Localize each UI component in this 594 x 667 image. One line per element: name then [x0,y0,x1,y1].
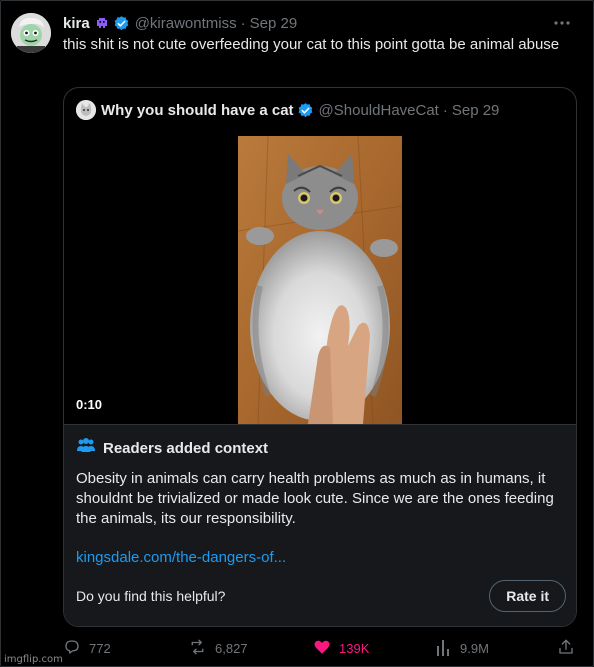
repost-button[interactable]: 6,827 [188,637,248,659]
rate-it-button[interactable]: Rate it [489,580,566,612]
header-separator: · [240,14,246,32]
verified-badge-icon [113,15,130,32]
quoted-header: Why you should have a cat @ShouldHaveCat… [76,100,499,120]
community-note-body: Obesity in animals can carry health prob… [76,470,554,527]
reply-button[interactable]: 772 [63,637,111,659]
author-name[interactable]: kira [63,15,90,32]
bar-chart-icon [436,638,460,659]
quoted-date[interactable]: Sep 29 [452,102,500,119]
quoted-author-handle[interactable]: @ShouldHaveCat [319,102,439,119]
repost-count: 6,827 [215,640,248,656]
tweet-date[interactable]: Sep 29 [250,15,298,32]
views-count: 9.9M [460,640,489,656]
community-note-title: Readers added context [76,437,268,459]
tweet-text: this shit is not cute overfeeding your c… [63,36,560,53]
more-dots-icon[interactable] [553,14,571,32]
reply-count: 772 [89,640,111,656]
quoted-header-separator: · [442,101,448,119]
tweet-header: kira @kirawontmiss · Sep 29 [63,13,553,33]
verified-badge-icon [297,102,314,119]
community-note: Readers added context Obesity in animals… [64,424,576,626]
purple-invader-emoji-icon [94,15,110,31]
heart-icon [313,638,339,659]
tweet-actions: 772 6,827 139K 9.9M [63,637,577,659]
quoted-author-name[interactable]: Why you should have a cat [101,102,294,119]
reply-icon [63,638,89,659]
share-button[interactable] [557,637,583,659]
author-handle[interactable]: @kirawontmiss [135,15,237,32]
repost-icon [188,638,215,659]
video-duration: 0:10 [76,397,103,412]
share-icon [557,638,583,659]
helpful-question: Do you find this helpful? [76,588,226,604]
like-count: 139K [339,640,370,656]
watermark: imgflip.com [4,654,63,665]
like-button[interactable]: 139K [313,637,369,659]
author-avatar[interactable] [11,13,51,53]
community-note-title-text: Readers added context [103,439,269,457]
quoted-tweet[interactable]: Why you should have a cat @ShouldHaveCat… [63,87,577,627]
quoted-author-avatar[interactable] [76,100,96,120]
community-note-link[interactable]: kingsdale.com/the-dangers-of... [76,549,286,566]
tweet-card[interactable]: kira @kirawontmiss · Sep 29 this shit is… [0,0,594,667]
people-icon [76,437,103,459]
video-player[interactable]: 0:10 [64,132,576,424]
video-thumbnail[interactable] [238,136,402,424]
views-button[interactable]: 9.9M [436,637,489,659]
